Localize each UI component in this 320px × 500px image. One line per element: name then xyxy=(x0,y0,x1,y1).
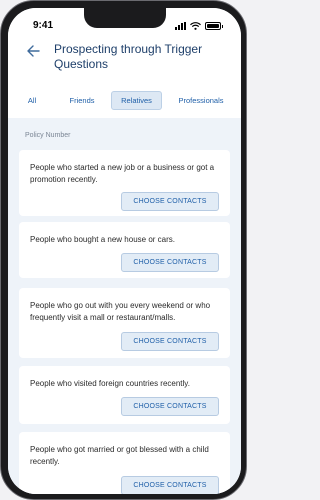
choose-contacts-button[interactable]: CHOOSE CONTACTS xyxy=(121,192,219,211)
tab-all[interactable]: All xyxy=(21,91,43,110)
tab-relatives[interactable]: Relatives xyxy=(111,91,162,110)
arrow-left-icon[interactable] xyxy=(26,44,40,58)
trigger-question: People who go out with you every weekend… xyxy=(30,301,211,322)
trigger-question: People who bought a new house or cars. xyxy=(30,235,175,244)
trigger-question-list: Policy Number People who started a new j… xyxy=(8,118,241,494)
trigger-question: People who started a new job or a busine… xyxy=(30,163,215,184)
wifi-icon xyxy=(190,22,201,30)
signal-icon xyxy=(175,22,186,30)
trigger-card: People who visited foreign countries rec… xyxy=(19,366,230,424)
choose-contacts-button[interactable]: CHOOSE CONTACTS xyxy=(121,253,219,272)
section-label: Policy Number xyxy=(25,132,71,139)
app-screen: 9:41 Prospecting through Trigger Questio… xyxy=(8,8,241,494)
status-icons xyxy=(175,21,223,30)
choose-contacts-button[interactable]: CHOOSE CONTACTS xyxy=(121,397,219,416)
battery-icon xyxy=(205,22,223,30)
phone-frame: 9:41 Prospecting through Trigger Questio… xyxy=(0,0,247,500)
trigger-question: People who visited foreign countries rec… xyxy=(30,379,190,388)
trigger-question: People who got married or got blessed wi… xyxy=(30,445,209,466)
trigger-card: People who bought a new house or cars. C… xyxy=(19,222,230,278)
notch xyxy=(84,8,166,28)
page-header: Prospecting through Trigger Questions xyxy=(8,38,241,80)
trigger-card: People who got married or got blessed wi… xyxy=(19,432,230,494)
tab-professionals[interactable]: Professionals xyxy=(170,91,232,110)
choose-contacts-button[interactable]: CHOOSE CONTACTS xyxy=(121,332,219,351)
tab-friends[interactable]: Friends xyxy=(61,91,103,110)
status-bar: 9:41 xyxy=(8,8,241,38)
page-title: Prospecting through Trigger Questions xyxy=(54,42,203,71)
status-time: 9:41 xyxy=(33,20,54,31)
tab-bar: All Friends Relatives Professionals xyxy=(8,80,241,118)
trigger-card: People who started a new job or a busine… xyxy=(19,150,230,216)
trigger-card: People who go out with you every weekend… xyxy=(19,288,230,358)
choose-contacts-button[interactable]: CHOOSE CONTACTS xyxy=(121,476,219,494)
